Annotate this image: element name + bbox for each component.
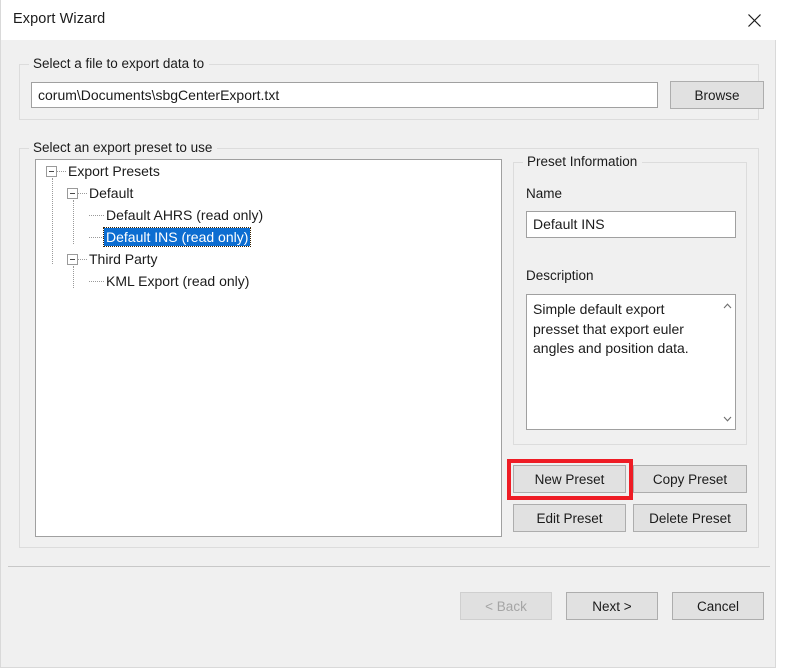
chevron-down-glyph: [723, 416, 732, 422]
tree-item-third-party[interactable]: Third Party: [36, 248, 501, 270]
file-group-legend: Select a file to export data to: [29, 56, 210, 71]
cancel-button[interactable]: Cancel: [672, 592, 764, 620]
tree-item-default-ins[interactable]: Default INS (read only): [36, 226, 501, 248]
tree-item-label: Default AHRS (read only): [106, 207, 264, 223]
collapse-icon[interactable]: [67, 253, 78, 265]
tree-item-default-ahrs[interactable]: Default AHRS (read only): [36, 204, 501, 226]
close-icon[interactable]: [731, 0, 777, 40]
title-bar: Export Wizard: [1, 0, 777, 40]
tree-dash-icon: [89, 214, 104, 216]
next-button[interactable]: Next >: [566, 592, 658, 620]
preset-information-group: Preset Information Name Default INS Desc…: [513, 154, 747, 445]
tree-item-label: Third Party: [89, 251, 158, 267]
description-label: Description: [526, 268, 594, 283]
preset-information-legend: Preset Information: [523, 154, 643, 169]
close-icon-glyph: [747, 13, 761, 27]
chevron-up-icon[interactable]: [719, 297, 735, 314]
tree-item-default[interactable]: Default: [36, 182, 501, 204]
tree-item-label: Export Presets: [68, 163, 160, 179]
footer-separator: [8, 566, 770, 567]
tree-item-export-presets[interactable]: Export Presets: [36, 160, 501, 182]
tree-dash-icon: [57, 170, 66, 172]
file-group: Select a file to export data to corum\Do…: [19, 56, 764, 120]
export-wizard-dialog: Export Wizard Select a file to export da…: [0, 0, 777, 668]
back-button[interactable]: < Back: [460, 592, 552, 620]
delete-preset-button[interactable]: Delete Preset: [633, 504, 747, 532]
tree-dash-icon: [78, 258, 87, 260]
tree-item-label: KML Export (read only): [106, 273, 250, 289]
browse-button[interactable]: Browse: [670, 81, 764, 109]
tree-item-label: Default INS (read only): [102, 227, 252, 247]
preset-group-legend: Select an export preset to use: [29, 140, 218, 155]
preset-name-input[interactable]: Default INS: [526, 211, 736, 238]
copy-preset-button[interactable]: Copy Preset: [633, 465, 747, 493]
chevron-up-glyph: [723, 302, 732, 308]
window-title: Export Wizard: [13, 11, 106, 27]
export-path-input[interactable]: corum\Documents\sbgCenterExport.txt: [31, 82, 658, 108]
chevron-down-icon[interactable]: [719, 410, 735, 427]
name-label: Name: [526, 186, 563, 201]
tree-item-kml-export[interactable]: KML Export (read only): [36, 270, 501, 292]
collapse-icon[interactable]: [67, 187, 78, 199]
edit-preset-button[interactable]: Edit Preset: [513, 504, 626, 532]
tree-dash-icon: [89, 236, 104, 238]
new-preset-button[interactable]: New Preset: [513, 465, 626, 493]
tree-dash-icon: [78, 192, 87, 194]
description-scrollbar[interactable]: [718, 295, 735, 429]
collapse-icon[interactable]: [46, 165, 57, 177]
preset-description-textarea[interactable]: Simple default export presset that expor…: [526, 294, 736, 430]
tree-item-label: Default: [89, 185, 134, 201]
tree-dash-icon: [89, 280, 104, 282]
preset-description-text: Simple default export presset that expor…: [533, 301, 689, 356]
preset-treeview[interactable]: Export Presets Default Default AHRS (rea…: [35, 159, 502, 537]
